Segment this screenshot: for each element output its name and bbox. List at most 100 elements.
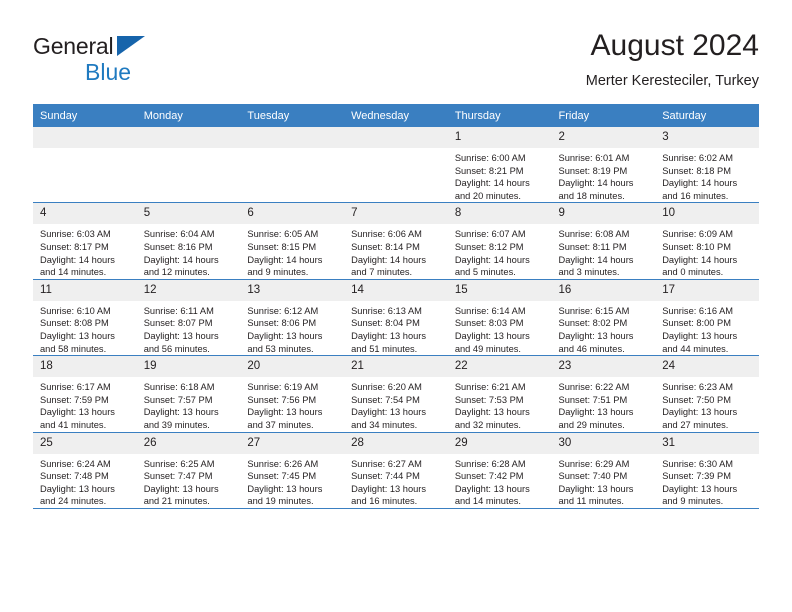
weekday-header-wednesday: Wednesday [344,104,448,127]
brand-logo[interactable]: General Blue [33,34,213,90]
calendar-day-cell[interactable]: 23 Sunrise: 6:22 AM Sunset: 7:51 PM Dayligh… [551,355,656,432]
sunrise-text: Sunrise: 6:11 AM [143,305,214,316]
daylight-text-cont: and 32 minutes. [454,419,521,430]
calendar-day-cell[interactable]: 29 Sunrise: 6:28 AM Sunset: 7:42 PM Dayligh… [447,431,552,508]
weekday-header-friday: Friday [551,104,656,127]
day-details: Sunrise: 6:15 AM Sunset: 8:02 PM Daylight:… [552,301,656,355]
calendar-day-cell[interactable]: 30 Sunrise: 6:29 AM Sunset: 7:40 PM Dayligh… [551,431,656,508]
daylight-text: Daylight: 13 hours [351,330,427,341]
daylight-text: Daylight: 14 hours [558,254,634,265]
day-number: 6 [240,203,345,225]
sunset-text: Sunset: 7:57 PM [143,394,213,405]
calendar-day-cell[interactable]: 19 Sunrise: 6:18 AM Sunset: 7:57 PM Dayligh… [136,355,241,432]
calendar-week-row: 11 Sunrise: 6:10 AM Sunset: 8:08 PM Dayligh… [33,278,759,356]
day-number: 4 [33,203,137,225]
day-number: 15 [447,279,552,301]
sunrise-text: Sunrise: 6:16 AM [662,305,734,316]
daylight-text-cont: and 37 minutes. [247,419,314,430]
daylight-text: Daylight: 13 hours [351,483,427,494]
calendar-week-row: 1 Sunrise: 6:00 AM Sunset: 8:21 PM Daylight… [33,127,759,203]
calendar-day-cell[interactable]: 1 Sunrise: 6:00 AM Sunset: 8:21 PM Daylight… [447,127,552,203]
daylight-text: Daylight: 13 hours [143,407,219,418]
daylight-text-cont: and 9 minutes. [662,496,724,507]
sunrise-text: Sunrise: 6:22 AM [558,382,630,393]
calendar-day-cell[interactable]: 31 Sunrise: 6:30 AM Sunset: 7:39 PM Dayligh… [655,431,759,508]
calendar-day-cell[interactable]: 24 Sunrise: 6:23 AM Sunset: 7:50 PM Dayligh… [655,355,759,432]
calendar-day-cell[interactable]: 9 Sunrise: 6:08 AM Sunset: 8:11 PM Daylight… [551,202,656,280]
sunset-text: Sunset: 7:42 PM [454,471,524,482]
calendar-day-cell[interactable]: 16 Sunrise: 6:15 AM Sunset: 8:02 PM Dayligh… [551,278,656,356]
daylight-text-cont: and 18 minutes. [558,190,625,201]
day-details: Sunrise: 6:22 AM Sunset: 7:51 PM Daylight:… [552,377,656,431]
calendar-bottom-rule [33,508,759,509]
calendar-day-cell[interactable]: 3 Sunrise: 6:02 AM Sunset: 8:18 PM Daylight… [655,127,759,203]
daylight-text-cont: and 34 minutes. [351,419,418,430]
calendar-day-cell[interactable]: 11 Sunrise: 6:10 AM Sunset: 8:08 PM Dayligh… [33,278,137,356]
day-number [136,127,241,148]
calendar-day-cell[interactable]: 25 Sunrise: 6:24 AM Sunset: 7:48 PM Dayligh… [33,431,137,508]
daylight-text-cont: and 7 minutes. [351,267,413,278]
day-number: 22 [447,356,552,378]
calendar-day-cell-empty [240,127,345,203]
calendar-day-cell[interactable]: 22 Sunrise: 6:21 AM Sunset: 7:53 PM Dayligh… [447,355,552,432]
calendar-day-cell[interactable]: 20 Sunrise: 6:19 AM Sunset: 7:56 PM Dayligh… [240,355,345,432]
day-details: Sunrise: 6:01 AM Sunset: 8:19 PM Daylight:… [552,148,656,202]
day-details: Sunrise: 6:27 AM Sunset: 7:44 PM Daylight:… [344,454,448,508]
sunrise-text: Sunrise: 6:21 AM [454,382,526,393]
sunrise-text: Sunrise: 6:07 AM [454,229,526,240]
calendar-day-cell[interactable]: 10 Sunrise: 6:09 AM Sunset: 8:10 PM Dayligh… [655,202,759,280]
day-details: Sunrise: 6:17 AM Sunset: 7:59 PM Daylight:… [33,377,137,431]
sunset-text: Sunset: 8:17 PM [40,241,109,252]
sunrise-text: Sunrise: 6:05 AM [247,229,319,240]
calendar-day-cell[interactable]: 8 Sunrise: 6:07 AM Sunset: 8:12 PM Daylight… [447,202,552,280]
calendar-day-cell[interactable]: 15 Sunrise: 6:14 AM Sunset: 8:03 PM Dayligh… [447,278,552,356]
daylight-text: Daylight: 14 hours [351,254,427,265]
calendar-day-cell[interactable]: 18 Sunrise: 6:17 AM Sunset: 7:59 PM Dayligh… [33,355,137,432]
calendar-day-cell[interactable]: 6 Sunrise: 6:05 AM Sunset: 8:15 PM Daylight… [240,202,345,280]
daylight-text-cont: and 20 minutes. [454,190,521,201]
calendar-day-cell[interactable]: 21 Sunrise: 6:20 AM Sunset: 7:54 PM Dayligh… [344,355,448,432]
daylight-text-cont: and 41 minutes. [40,419,107,430]
sunset-text: Sunset: 7:44 PM [351,471,420,482]
day-number: 9 [551,203,656,225]
sunrise-text: Sunrise: 6:14 AM [454,305,526,316]
calendar-day-cell[interactable]: 12 Sunrise: 6:11 AM Sunset: 8:07 PM Dayligh… [136,278,241,356]
calendar-day-cell[interactable]: 27 Sunrise: 6:26 AM Sunset: 7:45 PM Dayligh… [240,431,345,508]
sunset-text: Sunset: 8:06 PM [247,318,317,329]
calendar-day-cell[interactable]: 2 Sunrise: 6:01 AM Sunset: 8:19 PM Daylight… [551,127,656,203]
day-number: 7 [344,203,448,225]
calendar-day-cell[interactable]: 28 Sunrise: 6:27 AM Sunset: 7:44 PM Dayligh… [344,431,448,508]
daylight-text: Daylight: 14 hours [558,178,634,189]
daylight-text-cont: and 51 minutes. [351,343,418,354]
daylight-text-cont: and 46 minutes. [558,343,625,354]
calendar-day-cell[interactable]: 7 Sunrise: 6:06 AM Sunset: 8:14 PM Daylight… [344,202,448,280]
sunset-text: Sunset: 8:15 PM [247,241,317,252]
day-number: 18 [33,356,137,378]
sunset-text: Sunset: 7:48 PM [40,471,109,482]
calendar-day-cell[interactable]: 4 Sunrise: 6:03 AM Sunset: 8:17 PM Daylight… [33,202,137,280]
weekday-header-thursday: Thursday [447,104,552,127]
calendar-day-cell[interactable]: 5 Sunrise: 6:04 AM Sunset: 8:16 PM Daylight… [136,202,241,280]
sunrise-text: Sunrise: 6:09 AM [662,229,734,240]
calendar-day-cell[interactable]: 14 Sunrise: 6:13 AM Sunset: 8:04 PM Dayligh… [344,278,448,356]
daylight-text-cont: and 44 minutes. [662,343,729,354]
calendar-day-cell[interactable]: 26 Sunrise: 6:25 AM Sunset: 7:47 PM Dayligh… [136,431,241,508]
daylight-text: Daylight: 13 hours [143,330,219,341]
calendar-day-cell-empty [33,127,137,203]
day-number: 31 [655,432,759,454]
day-number: 27 [240,432,345,454]
daylight-text-cont: and 21 minutes. [143,496,210,507]
sunrise-text: Sunrise: 6:12 AM [247,305,319,316]
day-details: Sunrise: 6:00 AM Sunset: 8:21 PM Daylight:… [448,148,552,202]
daylight-text: Daylight: 14 hours [247,254,323,265]
daylight-text-cont: and 11 minutes. [558,496,624,507]
sunset-text: Sunset: 7:50 PM [662,394,731,405]
day-number: 24 [655,356,759,378]
sunrise-text: Sunrise: 6:19 AM [247,382,319,393]
calendar-day-cell[interactable]: 17 Sunrise: 6:16 AM Sunset: 8:00 PM Dayligh… [655,278,759,356]
day-number: 28 [344,432,448,454]
daylight-text: Daylight: 13 hours [558,407,634,418]
day-details: Sunrise: 6:26 AM Sunset: 7:45 PM Daylight:… [240,454,344,508]
day-number: 5 [136,203,241,225]
calendar-day-cell[interactable]: 13 Sunrise: 6:12 AM Sunset: 8:06 PM Dayligh… [240,278,345,356]
